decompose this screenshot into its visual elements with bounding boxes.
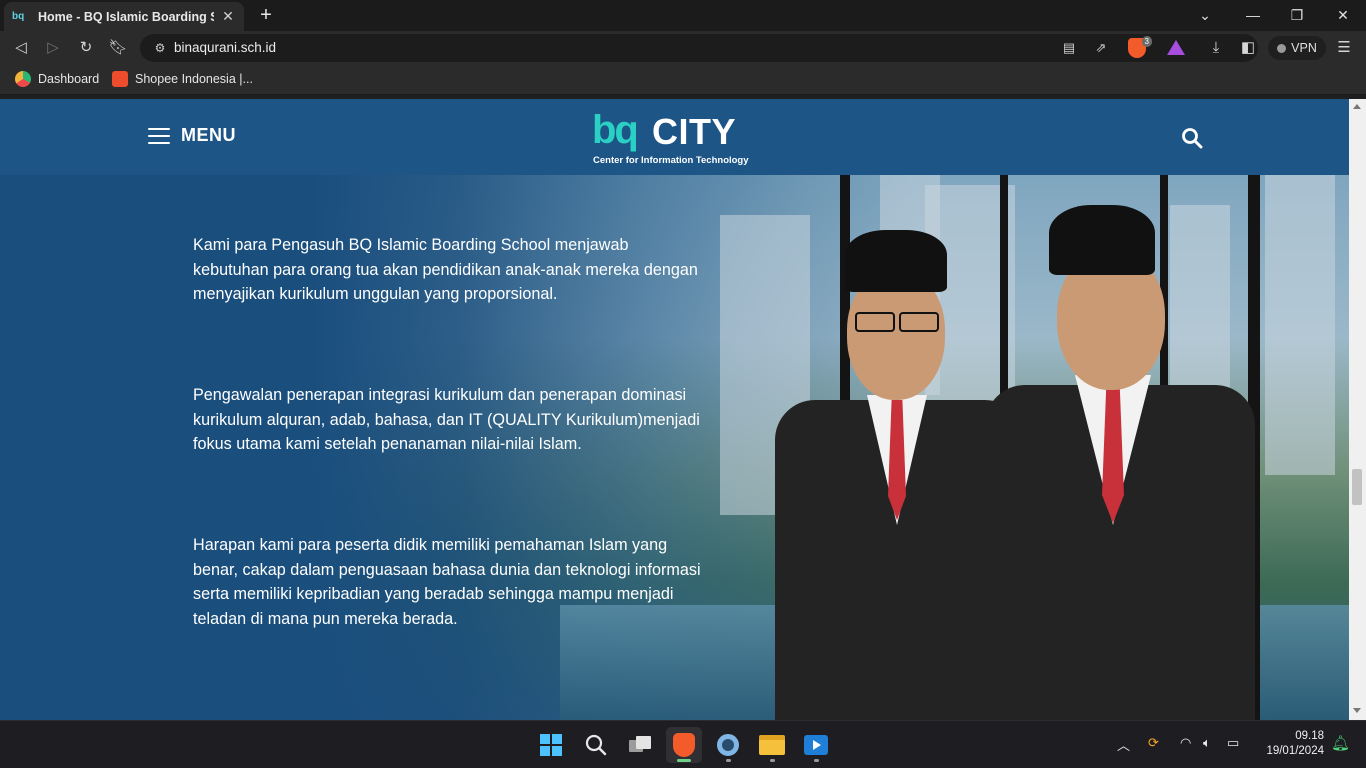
tab-home[interactable]: bq Home - BQ Islamic Boarding Sch ✕ xyxy=(4,2,244,31)
brave-browser-taskbar[interactable] xyxy=(666,727,702,763)
bookmark-shopee[interactable]: Shopee Indonesia |... xyxy=(112,71,253,87)
scrollbar-thumb[interactable] xyxy=(1352,469,1362,505)
bookmark-icon[interactable]: 🔖︎ xyxy=(108,38,128,58)
gear-icon xyxy=(717,734,739,756)
clock-time: 09.18 xyxy=(1295,730,1324,742)
close-icon[interactable]: ✕ xyxy=(220,8,236,24)
sidebar-icon[interactable]: ◧ xyxy=(1238,38,1258,58)
close-window-button[interactable]: ✕ xyxy=(1333,5,1353,25)
running-indicator xyxy=(814,759,819,762)
windows-taskbar: ︿ ⟳ ◠ 🔈︎ ▭ 09.18 19/01/2024 🔔︎ xyxy=(0,720,1366,768)
hero-paragraph: Kami para Pengasuh BQ Islamic Boarding S… xyxy=(193,236,698,304)
web-page: MENU bq CITY Center for Information Tech… xyxy=(0,99,1349,720)
main-menu-icon[interactable]: ☰ xyxy=(1334,38,1354,58)
search-taskbar-icon xyxy=(585,734,607,756)
bookmark-label: Dashboard xyxy=(38,72,100,86)
brave-shields-icon[interactable]: 3 xyxy=(1128,36,1152,58)
hero-paragraph: Pengawalan penerapan integrasi kurikulum… xyxy=(193,386,700,454)
back-icon[interactable]: ◁ xyxy=(11,38,31,58)
vpn-button[interactable]: VPN xyxy=(1268,36,1326,60)
shopee-icon xyxy=(112,71,128,87)
hero-paragraph: Harapan kami para peserta didik memiliki… xyxy=(193,536,701,628)
menu-button[interactable]: MENU xyxy=(148,125,236,146)
task-view-icon xyxy=(629,736,651,752)
search-taskbar-button[interactable] xyxy=(578,727,614,763)
reader-mode-icon[interactable]: ▤ xyxy=(1060,39,1078,57)
bookmark-dashboard[interactable]: Dashboard xyxy=(15,71,99,87)
person-photo-right xyxy=(975,205,1265,720)
sync-icon[interactable]: ⟳ xyxy=(1148,735,1159,751)
media-player-icon xyxy=(804,735,828,755)
bqcity-logo[interactable]: bq CITY Center for Information Technolog… xyxy=(592,107,762,169)
bookmarks-bar: Dashboard Shopee Indonesia |... xyxy=(0,65,1366,95)
forward-icon[interactable]: ▷ xyxy=(43,38,63,58)
dashboard-icon xyxy=(15,71,31,87)
logo-city-text: CITY xyxy=(652,111,737,152)
windows-logo-icon xyxy=(540,734,562,756)
system-clock[interactable]: 09.18 19/01/2024 xyxy=(1254,729,1324,759)
bookmark-label: Shopee Indonesia |... xyxy=(135,72,253,86)
downloads-icon[interactable]: ⤓ xyxy=(1206,38,1226,58)
scroll-up-icon[interactable] xyxy=(1353,104,1361,109)
page-scrollbar[interactable] xyxy=(1349,99,1366,720)
start-button[interactable] xyxy=(533,727,569,763)
file-explorer-taskbar[interactable] xyxy=(754,727,790,763)
volume-icon[interactable]: 🔈︎ xyxy=(1203,735,1211,751)
logo-bq-text: bq xyxy=(592,108,639,152)
active-indicator xyxy=(677,759,691,762)
share-icon[interactable]: ⇗ xyxy=(1092,39,1110,57)
brave-rewards-icon[interactable] xyxy=(1167,40,1185,55)
restore-button[interactable]: ❐ xyxy=(1287,5,1307,25)
vpn-status-icon xyxy=(1277,43,1287,53)
shield-count-badge: 3 xyxy=(1141,36,1152,47)
notification-bell-icon[interactable]: 🔔︎ xyxy=(1331,734,1350,752)
running-indicator xyxy=(726,759,731,762)
show-hidden-icons-chevron-icon[interactable]: ︿ xyxy=(1117,735,1130,754)
scroll-down-icon[interactable] xyxy=(1353,708,1361,713)
running-indicator xyxy=(770,759,775,762)
brave-icon xyxy=(673,733,695,757)
clock-date: 19/01/2024 xyxy=(1266,745,1324,757)
hamburger-icon xyxy=(148,127,170,145)
hero-section: Kami para Pengasuh BQ Islamic Boarding S… xyxy=(0,175,1349,720)
reload-icon[interactable]: ↻ xyxy=(76,38,96,58)
media-player-taskbar[interactable] xyxy=(798,727,834,763)
tab-strip: bq Home - BQ Islamic Boarding Sch ✕ + ⌄ … xyxy=(0,0,1366,31)
minimize-button[interactable]: — xyxy=(1243,5,1263,25)
search-icon[interactable] xyxy=(1181,127,1203,149)
wifi-icon[interactable]: ◠ xyxy=(1180,735,1191,751)
vpn-label: VPN xyxy=(1291,41,1317,55)
tab-search-chevron-icon[interactable]: ⌄ xyxy=(1195,5,1215,25)
site-info-icon[interactable]: ⚙ xyxy=(152,40,168,56)
folder-icon xyxy=(759,735,785,755)
site-header: MENU bq CITY Center for Information Tech… xyxy=(0,99,1349,175)
task-view-button[interactable] xyxy=(622,727,658,763)
building-image xyxy=(1265,175,1335,475)
logo-subtitle: Center for Information Technology xyxy=(593,155,749,166)
address-bar[interactable]: ⚙ binaqurani.sch.id ▤ ⇗ 3 xyxy=(140,34,1258,62)
url-text[interactable]: binaqurani.sch.id xyxy=(174,40,276,55)
tab-title: Home - BQ Islamic Boarding Sch xyxy=(38,9,214,24)
browser-toolbar: ◁ ▷ ↻ 🔖︎ ⚙ binaqurani.sch.id ▤ ⇗ 3 ⤓ ◧ V… xyxy=(0,31,1366,65)
menu-label: MENU xyxy=(181,125,236,145)
bq-favicon-icon: bq xyxy=(12,11,25,22)
battery-icon[interactable]: ▭ xyxy=(1227,735,1239,751)
new-tab-button[interactable]: + xyxy=(256,5,276,25)
settings-taskbar[interactable] xyxy=(710,727,746,763)
